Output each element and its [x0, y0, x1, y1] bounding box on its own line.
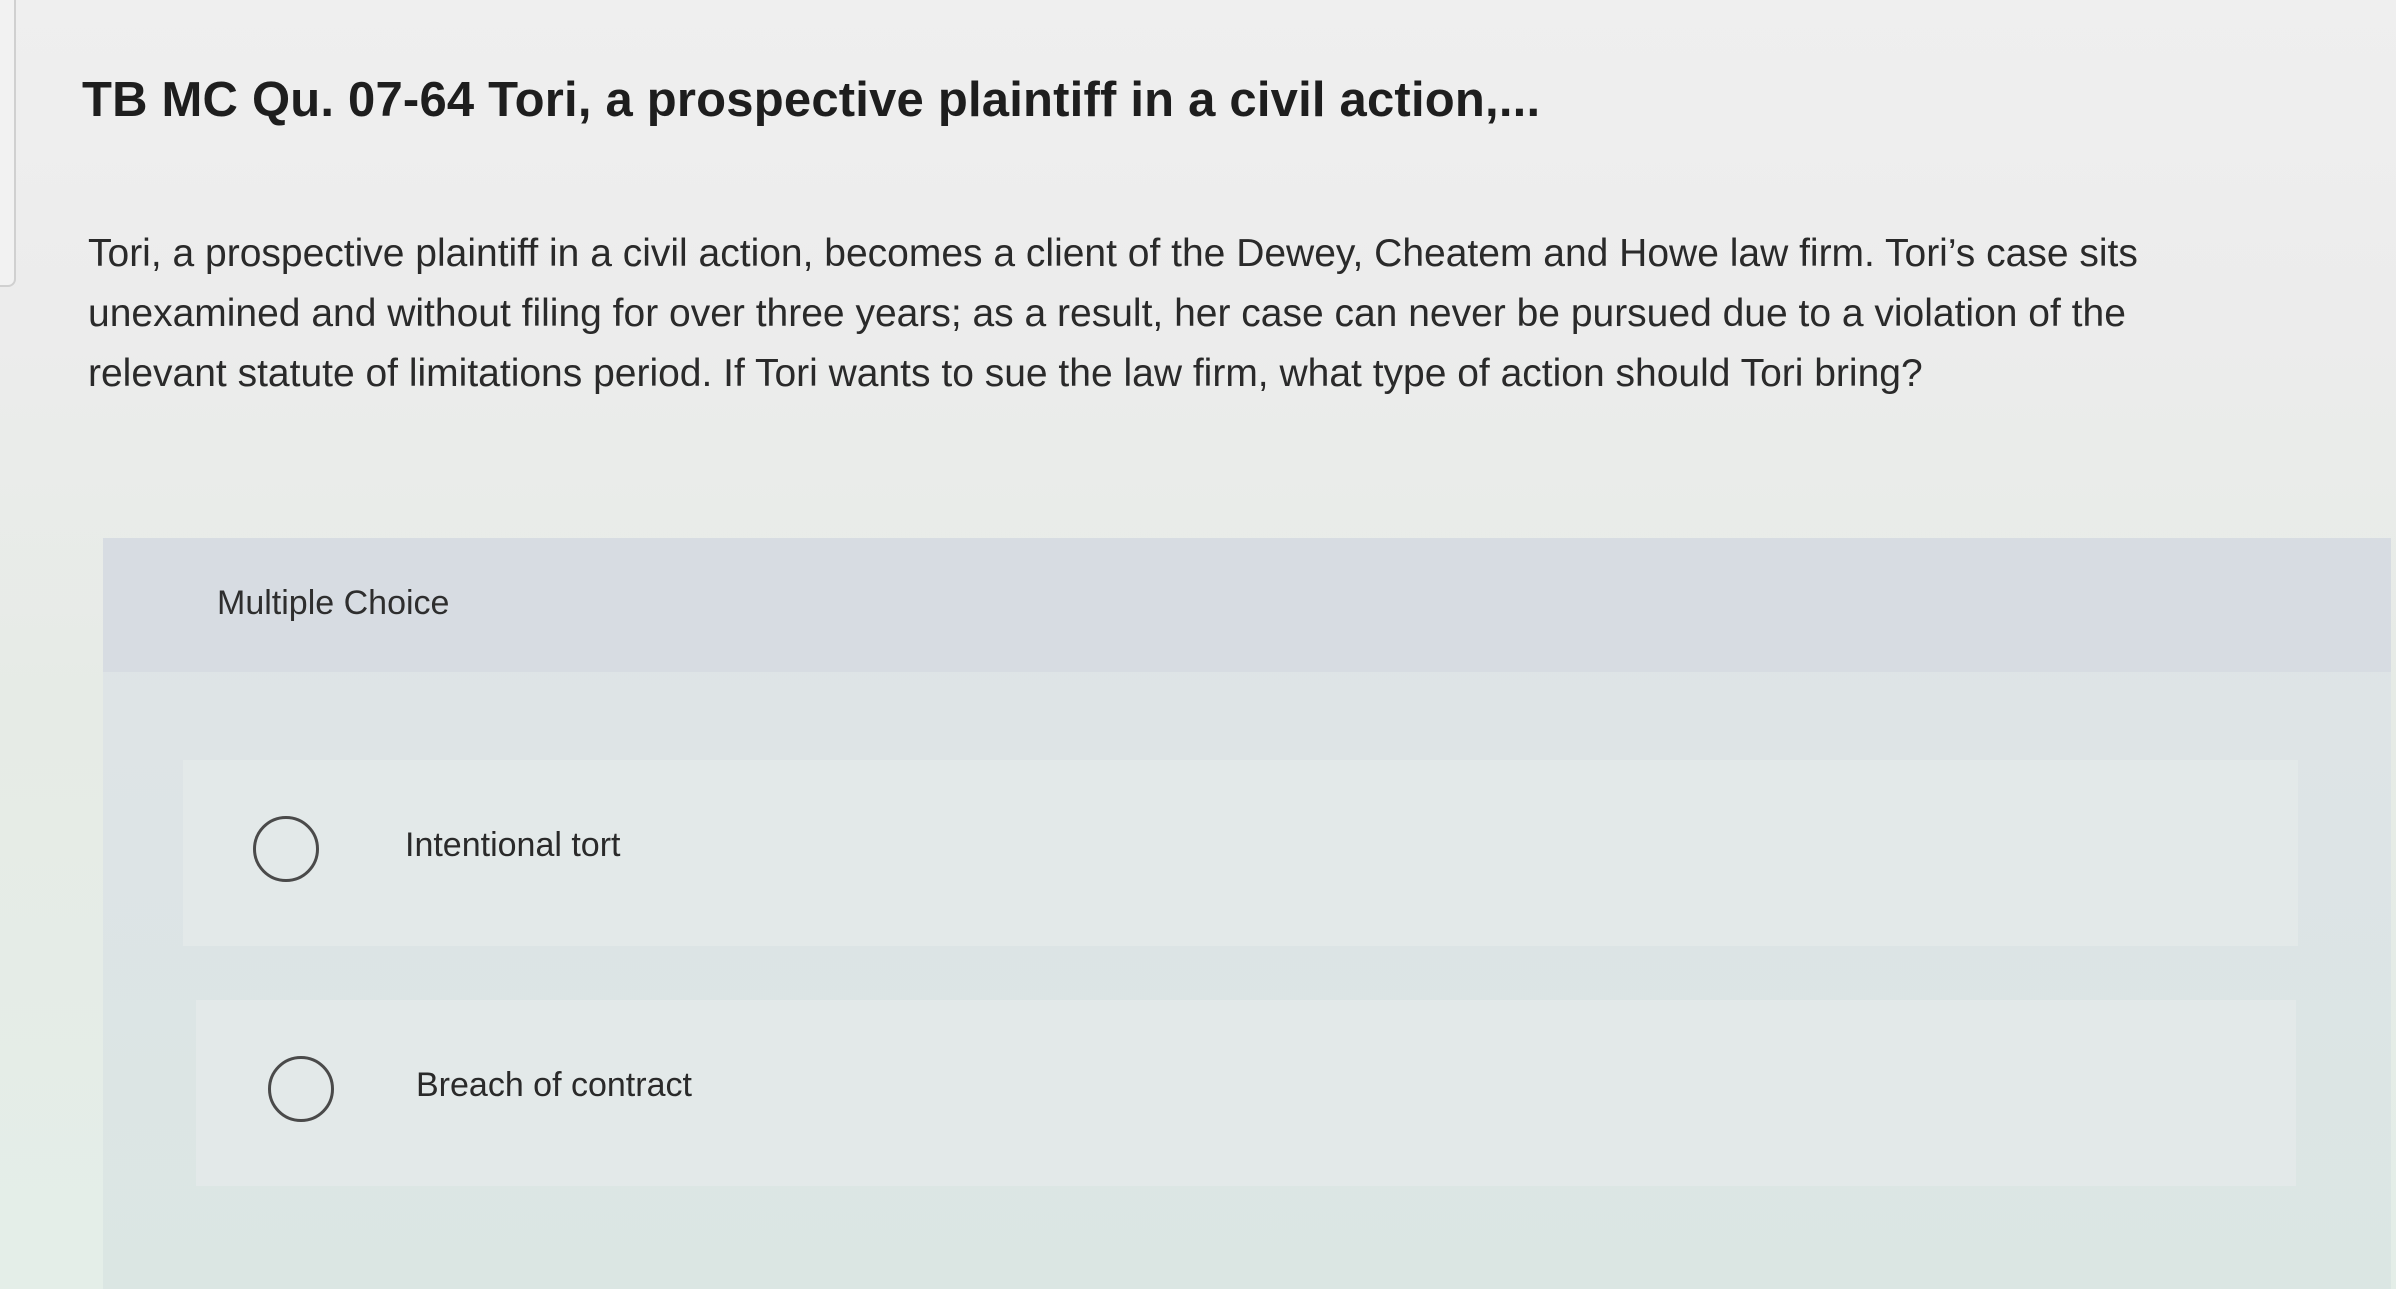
- multiple-choice-header: Multiple Choice: [103, 538, 2391, 672]
- answer-option-breach-of-contract[interactable]: Breach of contract: [196, 1000, 2296, 1186]
- question-title: TB MC Qu. 07-64 Tori, a prospective plai…: [82, 73, 1541, 127]
- radio-button-icon[interactable]: [253, 816, 319, 882]
- left-panel-edge: [0, 0, 16, 287]
- answer-option-label[interactable]: Intentional tort: [405, 826, 620, 865]
- multiple-choice-label: Multiple Choice: [217, 584, 450, 622]
- question-text: Tori, a prospective plaintiff in a civil…: [88, 224, 2338, 404]
- multiple-choice-panel: Multiple Choice Intentional tort Breach …: [103, 538, 2391, 1289]
- question-text-line: Tori, a prospective plaintiff in a civil…: [88, 232, 2138, 275]
- question-text-line: relevant statute of limitations period. …: [88, 352, 1923, 395]
- answer-option-label[interactable]: Breach of contract: [416, 1066, 692, 1105]
- radio-button-icon[interactable]: [268, 1056, 334, 1122]
- question-text-line: unexamined and without filing for over t…: [88, 292, 2126, 335]
- answer-option-intentional-tort[interactable]: Intentional tort: [183, 760, 2298, 946]
